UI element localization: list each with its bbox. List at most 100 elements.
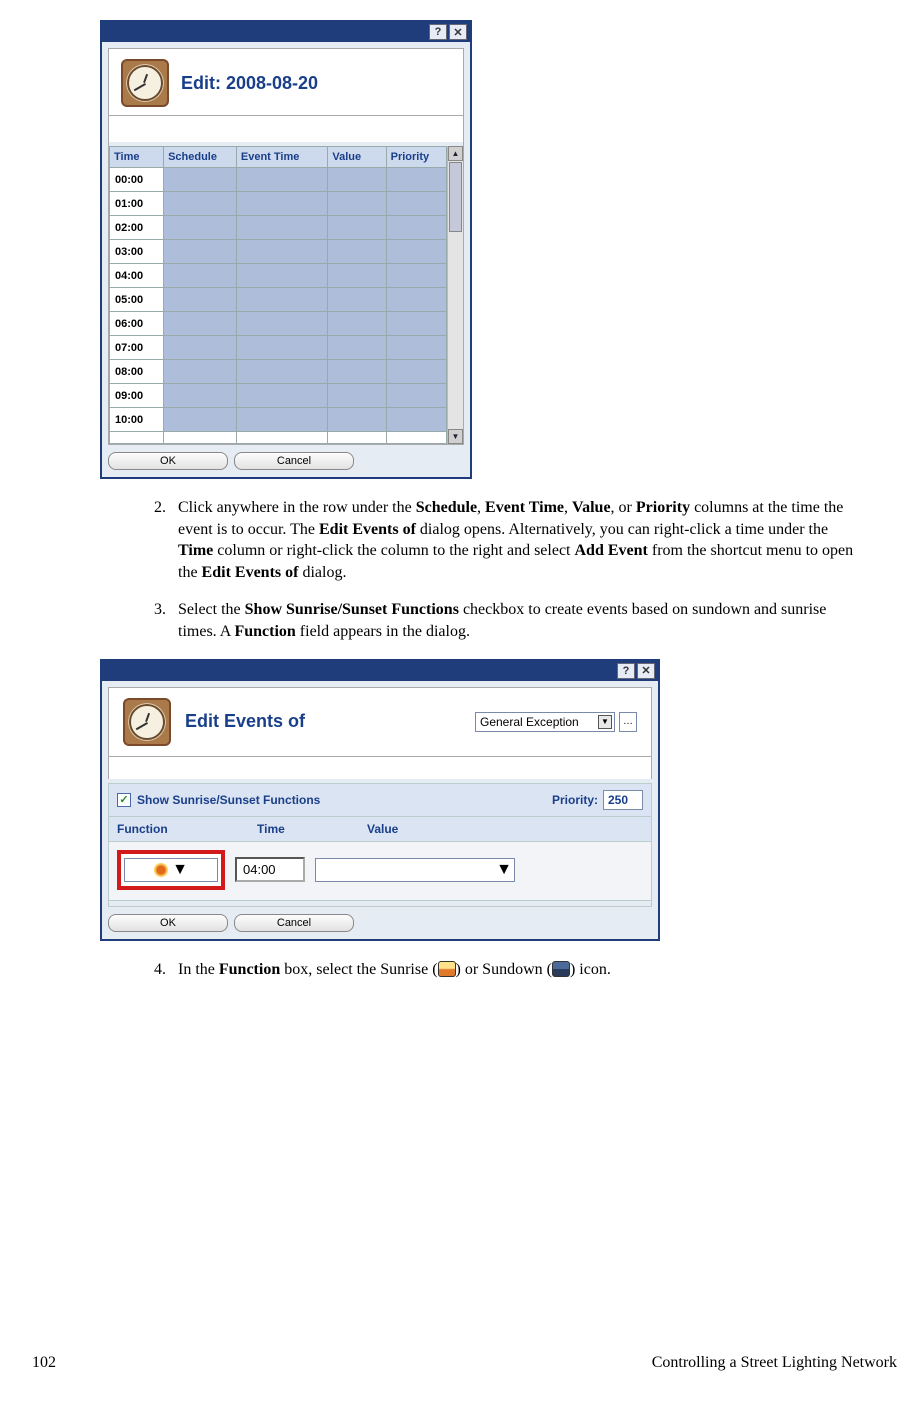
table-row[interactable]: 02:00 bbox=[110, 216, 447, 240]
grid-cell[interactable] bbox=[386, 360, 446, 384]
table-row[interactable]: 03:00 bbox=[110, 240, 447, 264]
cancel-button[interactable]: Cancel bbox=[234, 914, 354, 932]
priority-input[interactable]: 250 bbox=[603, 790, 643, 810]
time-cell[interactable]: 03:00 bbox=[110, 240, 164, 264]
schedule-selector[interactable]: General Exception ▼ bbox=[475, 712, 615, 732]
grid-cell[interactable] bbox=[236, 432, 328, 444]
close-icon[interactable]: ✕ bbox=[449, 24, 467, 40]
chevron-down-icon[interactable]: ▼ bbox=[496, 861, 512, 879]
cancel-button[interactable]: Cancel bbox=[234, 452, 354, 470]
value-selector[interactable]: ▼ bbox=[315, 858, 515, 882]
grid-cell[interactable] bbox=[164, 264, 237, 288]
help-icon[interactable]: ? bbox=[429, 24, 447, 40]
grid-cell[interactable] bbox=[386, 216, 446, 240]
table-row[interactable]: 09:00 bbox=[110, 384, 447, 408]
grid-cell[interactable] bbox=[236, 288, 328, 312]
grid-cell[interactable] bbox=[328, 264, 386, 288]
grid-cell[interactable] bbox=[328, 192, 386, 216]
grid-cell[interactable] bbox=[236, 240, 328, 264]
grid-cell[interactable] bbox=[328, 360, 386, 384]
scroll-thumb[interactable] bbox=[449, 162, 462, 232]
scroll-up-icon[interactable]: ▲ bbox=[448, 146, 463, 161]
grid-cell[interactable] bbox=[386, 408, 446, 432]
time-cell[interactable]: 00:00 bbox=[110, 168, 164, 192]
col-value[interactable]: Value bbox=[328, 147, 386, 168]
checkbox-checked-icon[interactable]: ✓ bbox=[117, 793, 131, 807]
grid-cell[interactable] bbox=[236, 264, 328, 288]
grid-cell[interactable] bbox=[328, 432, 386, 444]
function-selector[interactable]: ▼ bbox=[124, 858, 218, 882]
time-cell[interactable]: 07:00 bbox=[110, 336, 164, 360]
close-icon[interactable]: ✕ bbox=[637, 663, 655, 679]
grid-cell[interactable] bbox=[164, 384, 237, 408]
time-cell[interactable]: 10:00 bbox=[110, 408, 164, 432]
grid-cell[interactable] bbox=[164, 216, 237, 240]
grid-cell[interactable] bbox=[386, 312, 446, 336]
table-row[interactable]: 05:00 bbox=[110, 288, 447, 312]
show-sunrise-sunset-checkbox[interactable]: ✓ Show Sunrise/Sunset Functions bbox=[117, 793, 320, 807]
grid-cell[interactable] bbox=[386, 336, 446, 360]
grid-cell[interactable] bbox=[328, 384, 386, 408]
table-row[interactable]: 04:00 bbox=[110, 264, 447, 288]
grid-cell[interactable] bbox=[386, 384, 446, 408]
grid-cell[interactable] bbox=[328, 312, 386, 336]
schedule-grid[interactable]: Time Schedule Event Time Value Priority … bbox=[109, 146, 447, 444]
grid-cell[interactable] bbox=[164, 360, 237, 384]
time-cell[interactable]: 05:00 bbox=[110, 288, 164, 312]
grid-cell[interactable] bbox=[386, 192, 446, 216]
grid-cell[interactable] bbox=[164, 192, 237, 216]
col-event-time[interactable]: Event Time bbox=[236, 147, 328, 168]
grid-cell[interactable] bbox=[328, 168, 386, 192]
table-row[interactable]: 01:00 bbox=[110, 192, 447, 216]
col-schedule[interactable]: Schedule bbox=[164, 147, 237, 168]
grid-cell[interactable] bbox=[164, 288, 237, 312]
grid-cell[interactable] bbox=[164, 408, 237, 432]
help-icon[interactable]: ? bbox=[617, 663, 635, 679]
time-cell[interactable]: 01:00 bbox=[110, 192, 164, 216]
grid-cell[interactable] bbox=[386, 432, 446, 444]
ok-button[interactable]: OK bbox=[108, 914, 228, 932]
table-row[interactable]: 06:00 bbox=[110, 312, 447, 336]
grid-cell[interactable] bbox=[164, 168, 237, 192]
table-row[interactable] bbox=[110, 432, 447, 444]
table-row[interactable]: 08:00 bbox=[110, 360, 447, 384]
grid-cell[interactable] bbox=[164, 336, 237, 360]
table-row[interactable]: 10:00 bbox=[110, 408, 447, 432]
grid-cell[interactable] bbox=[236, 336, 328, 360]
grid-cell[interactable] bbox=[386, 168, 446, 192]
time-cell[interactable]: 02:00 bbox=[110, 216, 164, 240]
grid-cell[interactable] bbox=[328, 408, 386, 432]
time-cell[interactable]: 08:00 bbox=[110, 360, 164, 384]
time-cell[interactable]: 06:00 bbox=[110, 312, 164, 336]
grid-cell[interactable] bbox=[236, 312, 328, 336]
grid-cell[interactable] bbox=[328, 288, 386, 312]
chevron-down-icon[interactable]: ▼ bbox=[172, 861, 188, 879]
time-cell[interactable]: 09:00 bbox=[110, 384, 164, 408]
grid-cell[interactable] bbox=[328, 240, 386, 264]
scroll-down-icon[interactable]: ▼ bbox=[448, 429, 463, 444]
grid-cell[interactable] bbox=[386, 264, 446, 288]
ok-button[interactable]: OK bbox=[108, 452, 228, 470]
grid-cell[interactable] bbox=[236, 168, 328, 192]
grid-cell[interactable] bbox=[386, 288, 446, 312]
grid-cell[interactable] bbox=[236, 384, 328, 408]
time-cell[interactable] bbox=[110, 432, 164, 444]
vertical-scrollbar[interactable]: ▲ ▼ bbox=[447, 146, 463, 444]
col-time[interactable]: Time bbox=[110, 147, 164, 168]
time-input[interactable]: 04:00 bbox=[235, 857, 305, 882]
table-row[interactable]: 00:00 bbox=[110, 168, 447, 192]
grid-cell[interactable] bbox=[164, 312, 237, 336]
grid-cell[interactable] bbox=[328, 336, 386, 360]
table-row[interactable]: 07:00 bbox=[110, 336, 447, 360]
grid-cell[interactable] bbox=[386, 240, 446, 264]
chevron-down-icon[interactable]: ▼ bbox=[598, 715, 612, 729]
more-button[interactable]: … bbox=[619, 712, 637, 732]
time-cell[interactable]: 04:00 bbox=[110, 264, 164, 288]
grid-cell[interactable] bbox=[236, 408, 328, 432]
grid-cell[interactable] bbox=[164, 432, 237, 444]
grid-cell[interactable] bbox=[328, 216, 386, 240]
grid-cell[interactable] bbox=[164, 240, 237, 264]
grid-cell[interactable] bbox=[236, 360, 328, 384]
col-priority[interactable]: Priority bbox=[386, 147, 446, 168]
grid-cell[interactable] bbox=[236, 192, 328, 216]
